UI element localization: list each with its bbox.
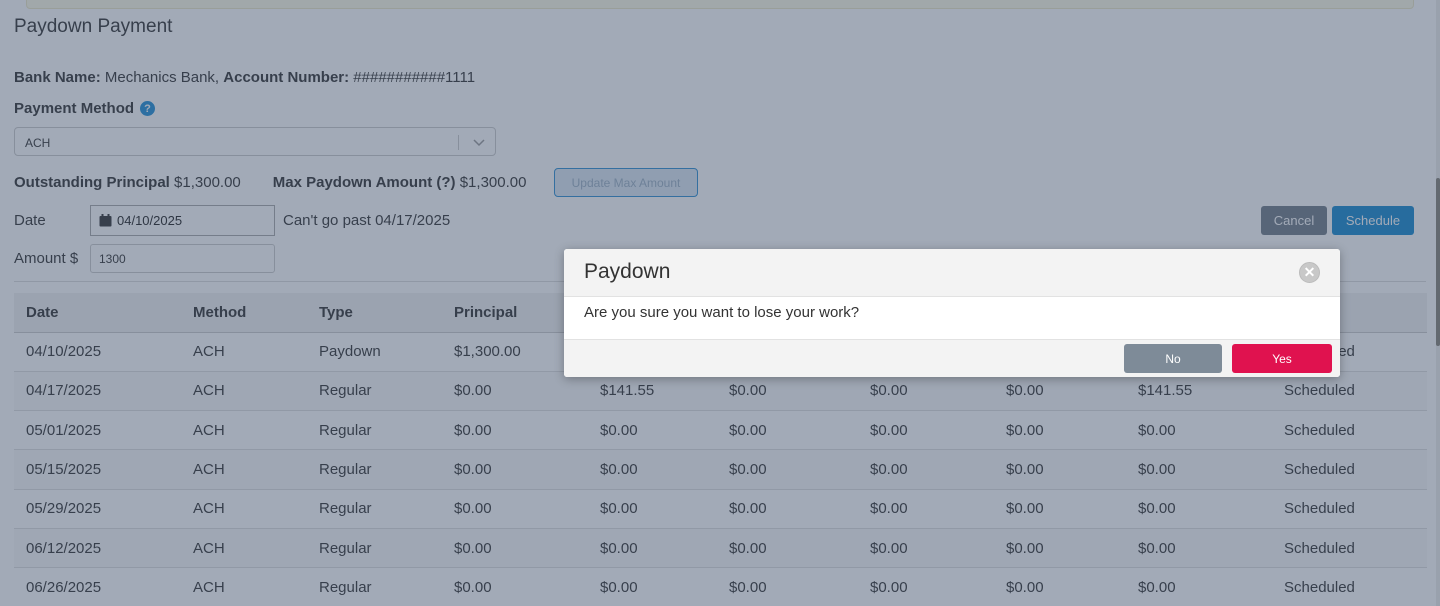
dialog-footer: No Yes <box>564 339 1340 377</box>
close-icon[interactable]: ✕ <box>1299 262 1320 283</box>
yes-button[interactable]: Yes <box>1232 344 1332 373</box>
no-button[interactable]: No <box>1124 344 1222 373</box>
dialog-title: Paydown <box>584 260 671 283</box>
dialog-message: Are you sure you want to lose your work? <box>584 304 860 321</box>
scrollbar-thumb[interactable] <box>1436 178 1440 346</box>
confirm-dialog: Paydown ✕ Are you sure you want to lose … <box>564 249 1340 377</box>
page: Paydown Payment Bank Name: Mechanics Ban… <box>0 0 1440 606</box>
dialog-header: Paydown ✕ <box>564 249 1340 297</box>
